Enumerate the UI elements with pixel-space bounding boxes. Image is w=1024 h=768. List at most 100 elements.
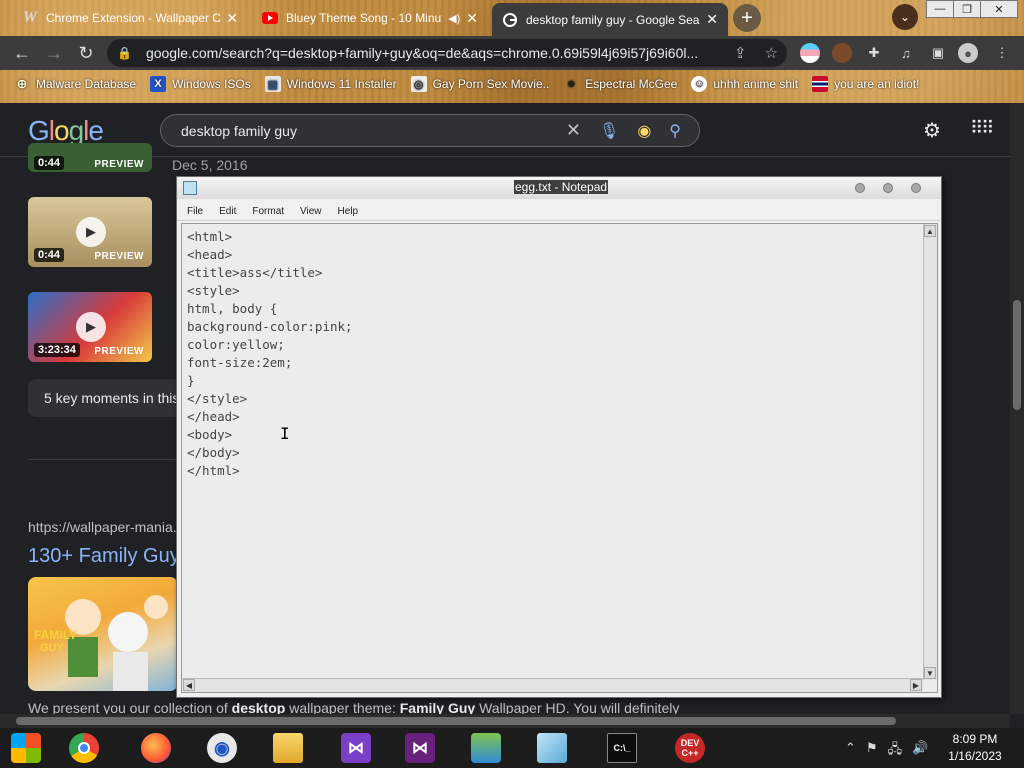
taskbar-dev-cpp[interactable]: DEV C++ xyxy=(668,731,712,765)
video-preview-label: PREVIEW xyxy=(94,159,144,170)
network-icon[interactable]: 🖧 xyxy=(888,740,903,762)
taskbar-notepad[interactable] xyxy=(530,731,574,765)
camera-lens-icon[interactable]: ◉ xyxy=(637,121,651,141)
video-duration: 0:44 xyxy=(34,156,65,170)
taskbar-command-prompt[interactable]: C:\_ xyxy=(600,731,644,765)
flag-icon[interactable]: ⚑ xyxy=(866,740,878,762)
chevron-up-icon[interactable]: ⌃ xyxy=(845,740,856,762)
video-preview-label: PREVIEW xyxy=(94,251,144,262)
browser-toolbar: ← → ↻ 🔒 google.com/search?q=desktop+fami… xyxy=(0,36,1024,70)
visual-studio-icon: ⋈ xyxy=(405,733,435,763)
search-box[interactable]: desktop family guy ✕ 🎙 ◉ ⚲ xyxy=(160,114,700,147)
close-icon[interactable]: ✕ xyxy=(466,10,478,27)
folder-icon xyxy=(273,733,303,763)
search-input[interactable]: desktop family guy xyxy=(181,123,566,139)
video-thumbnail[interactable]: ▶ 3:23:34 PREVIEW xyxy=(28,292,152,362)
menu-view[interactable]: View xyxy=(300,206,322,217)
gear-icon[interactable]: ⚙ xyxy=(923,118,941,143)
taskbar-clock[interactable]: 8:09 PM 1/16/2023 xyxy=(930,731,1020,765)
dev-cpp-icon: DEV C++ xyxy=(675,733,705,763)
tab-search-button[interactable]: ⌄ xyxy=(892,4,918,30)
video-thumbnail[interactable]: 0:44 PREVIEW xyxy=(28,143,152,172)
scroll-right-icon[interactable]: ▶ xyxy=(910,679,922,691)
new-tab-button[interactable]: + xyxy=(733,4,761,32)
search-icon[interactable]: ⚲ xyxy=(669,121,681,141)
taskbar-chrome[interactable] xyxy=(62,731,106,765)
side-panel-icon[interactable]: ▣ xyxy=(928,43,948,63)
menu-help[interactable]: Help xyxy=(338,206,359,217)
apps-grid-icon[interactable]: ⠿⠿ xyxy=(970,118,994,139)
notepad-content[interactable]: <html> <head> <title>ass</title> <style>… xyxy=(187,228,353,480)
taskbar-visual-studio[interactable]: ⋈ xyxy=(398,731,442,765)
clear-icon[interactable]: ✕ xyxy=(566,120,581,141)
maximize-button[interactable]: ❐ xyxy=(953,0,981,18)
tab-wallpaper-extension[interactable]: W Chrome Extension - Wallpaper Cr ✕ xyxy=(12,3,248,33)
bookmark-anime[interactable]: ☺ uhhh anime shit xyxy=(691,76,798,92)
taskbar-visual-studio-installer[interactable]: ⋈ xyxy=(334,731,378,765)
taskbar-opera[interactable]: ◉ xyxy=(200,731,244,765)
bookmark-label: Windows ISOs xyxy=(172,77,251,91)
bookmark-you-are-an-idiot[interactable]: you are an idiot! xyxy=(812,76,919,92)
notepad-horizontal-scrollbar[interactable]: ◀ ▶ xyxy=(182,678,923,692)
tab-google-search[interactable]: desktop family guy - Google Sear ✕ xyxy=(492,3,728,36)
address-bar[interactable]: 🔒 google.com/search?q=desktop+family+guy… xyxy=(107,39,787,67)
trans-flag-extension-icon[interactable] xyxy=(800,43,820,63)
play-icon[interactable]: ▶ xyxy=(76,217,106,247)
notepad-text-area[interactable]: <html> <head> <title>ass</title> <style>… xyxy=(181,223,938,693)
notepad-vertical-scrollbar[interactable]: ▲ ▼ xyxy=(923,224,937,680)
result-date: Dec 5, 2016 xyxy=(172,157,248,173)
microphone-icon[interactable]: 🎙 xyxy=(599,121,619,141)
minimize-button[interactable] xyxy=(855,183,865,193)
menu-file[interactable]: File xyxy=(187,206,203,217)
clock-date: 1/16/2023 xyxy=(948,749,1002,763)
close-icon[interactable]: ✕ xyxy=(706,11,718,28)
taskbar-firefox[interactable] xyxy=(134,731,178,765)
window-close-button[interactable]: ✕ xyxy=(980,0,1018,18)
close-icon[interactable]: ✕ xyxy=(226,10,238,27)
maximize-button[interactable] xyxy=(883,183,893,193)
taskbar-network-app[interactable] xyxy=(464,731,508,765)
extensions-puzzle-icon[interactable]: ✚ xyxy=(864,43,884,63)
visual-studio-installer-icon: ⋈ xyxy=(341,733,371,763)
notepad-title-bar[interactable]: egg.txt - Notepad xyxy=(177,177,941,199)
avatar-extension-icon[interactable] xyxy=(832,43,852,63)
play-icon[interactable]: ▶ xyxy=(76,312,106,342)
bookmark-espectral-mcgee[interactable]: ☻ Espectral McGee xyxy=(563,76,678,92)
family-guy-image[interactable]: FAMILY GUY xyxy=(28,577,178,691)
menu-format[interactable]: Format xyxy=(252,206,284,217)
back-button[interactable]: ← xyxy=(10,41,34,65)
close-button[interactable] xyxy=(911,183,921,193)
bookmark-anime-icon: ☺ xyxy=(691,76,708,92)
bookmark-malware-database[interactable]: 🜨 Malware Database xyxy=(14,76,136,92)
bookmark-windows-11-installer[interactable]: ▦ Windows 11 Installer xyxy=(264,76,397,92)
reload-button[interactable]: ↻ xyxy=(74,41,98,65)
terminal-icon: C:\_ xyxy=(607,733,637,763)
video-thumbnail[interactable]: ▶ 0:44 PREVIEW xyxy=(28,197,152,267)
minimize-button[interactable]: — xyxy=(926,0,954,18)
result-url[interactable]: https://wallpaper-mania. xyxy=(28,519,177,535)
menu-edit[interactable]: Edit xyxy=(219,206,236,217)
bookmark-windows-isos[interactable]: X Windows ISOs xyxy=(150,76,251,92)
clock-time: 8:09 PM xyxy=(952,732,998,746)
bookmark-star-icon[interactable]: ☆ xyxy=(765,44,778,62)
notepad-window[interactable]: egg.txt - Notepad File Edit Format View … xyxy=(176,176,942,698)
volume-icon[interactable]: 🔊 xyxy=(912,740,928,762)
notepad-taskbar-icon xyxy=(537,733,567,763)
share-icon[interactable]: ⇪ xyxy=(734,44,747,62)
speaker-icon[interactable]: ◀) xyxy=(448,12,460,25)
page-vertical-scroll-thumb[interactable] xyxy=(1013,300,1021,410)
taskbar-file-explorer[interactable] xyxy=(266,731,310,765)
forward-button[interactable]: → xyxy=(42,41,66,65)
scroll-down-icon[interactable]: ▼ xyxy=(924,667,936,679)
kebab-menu-icon[interactable]: ⋮ xyxy=(992,43,1012,63)
start-button[interactable] xyxy=(4,731,48,765)
media-control-icon[interactable]: ♫ xyxy=(896,43,916,63)
tab-bluey-theme[interactable]: Bluey Theme Song - 10 Minut ◀) ✕ xyxy=(252,3,488,33)
bookmark-image-icon: ▦ xyxy=(264,76,281,92)
result-title[interactable]: 130+ Family Guy xyxy=(28,545,180,568)
profile-icon[interactable]: ● xyxy=(958,43,978,63)
scroll-up-icon[interactable]: ▲ xyxy=(924,225,936,237)
bookmark-site[interactable]: ◎ Gay Porn Sex Movie.. xyxy=(410,76,549,92)
scroll-left-icon[interactable]: ◀ xyxy=(183,679,195,691)
page-horizontal-scroll-thumb[interactable] xyxy=(16,717,896,725)
